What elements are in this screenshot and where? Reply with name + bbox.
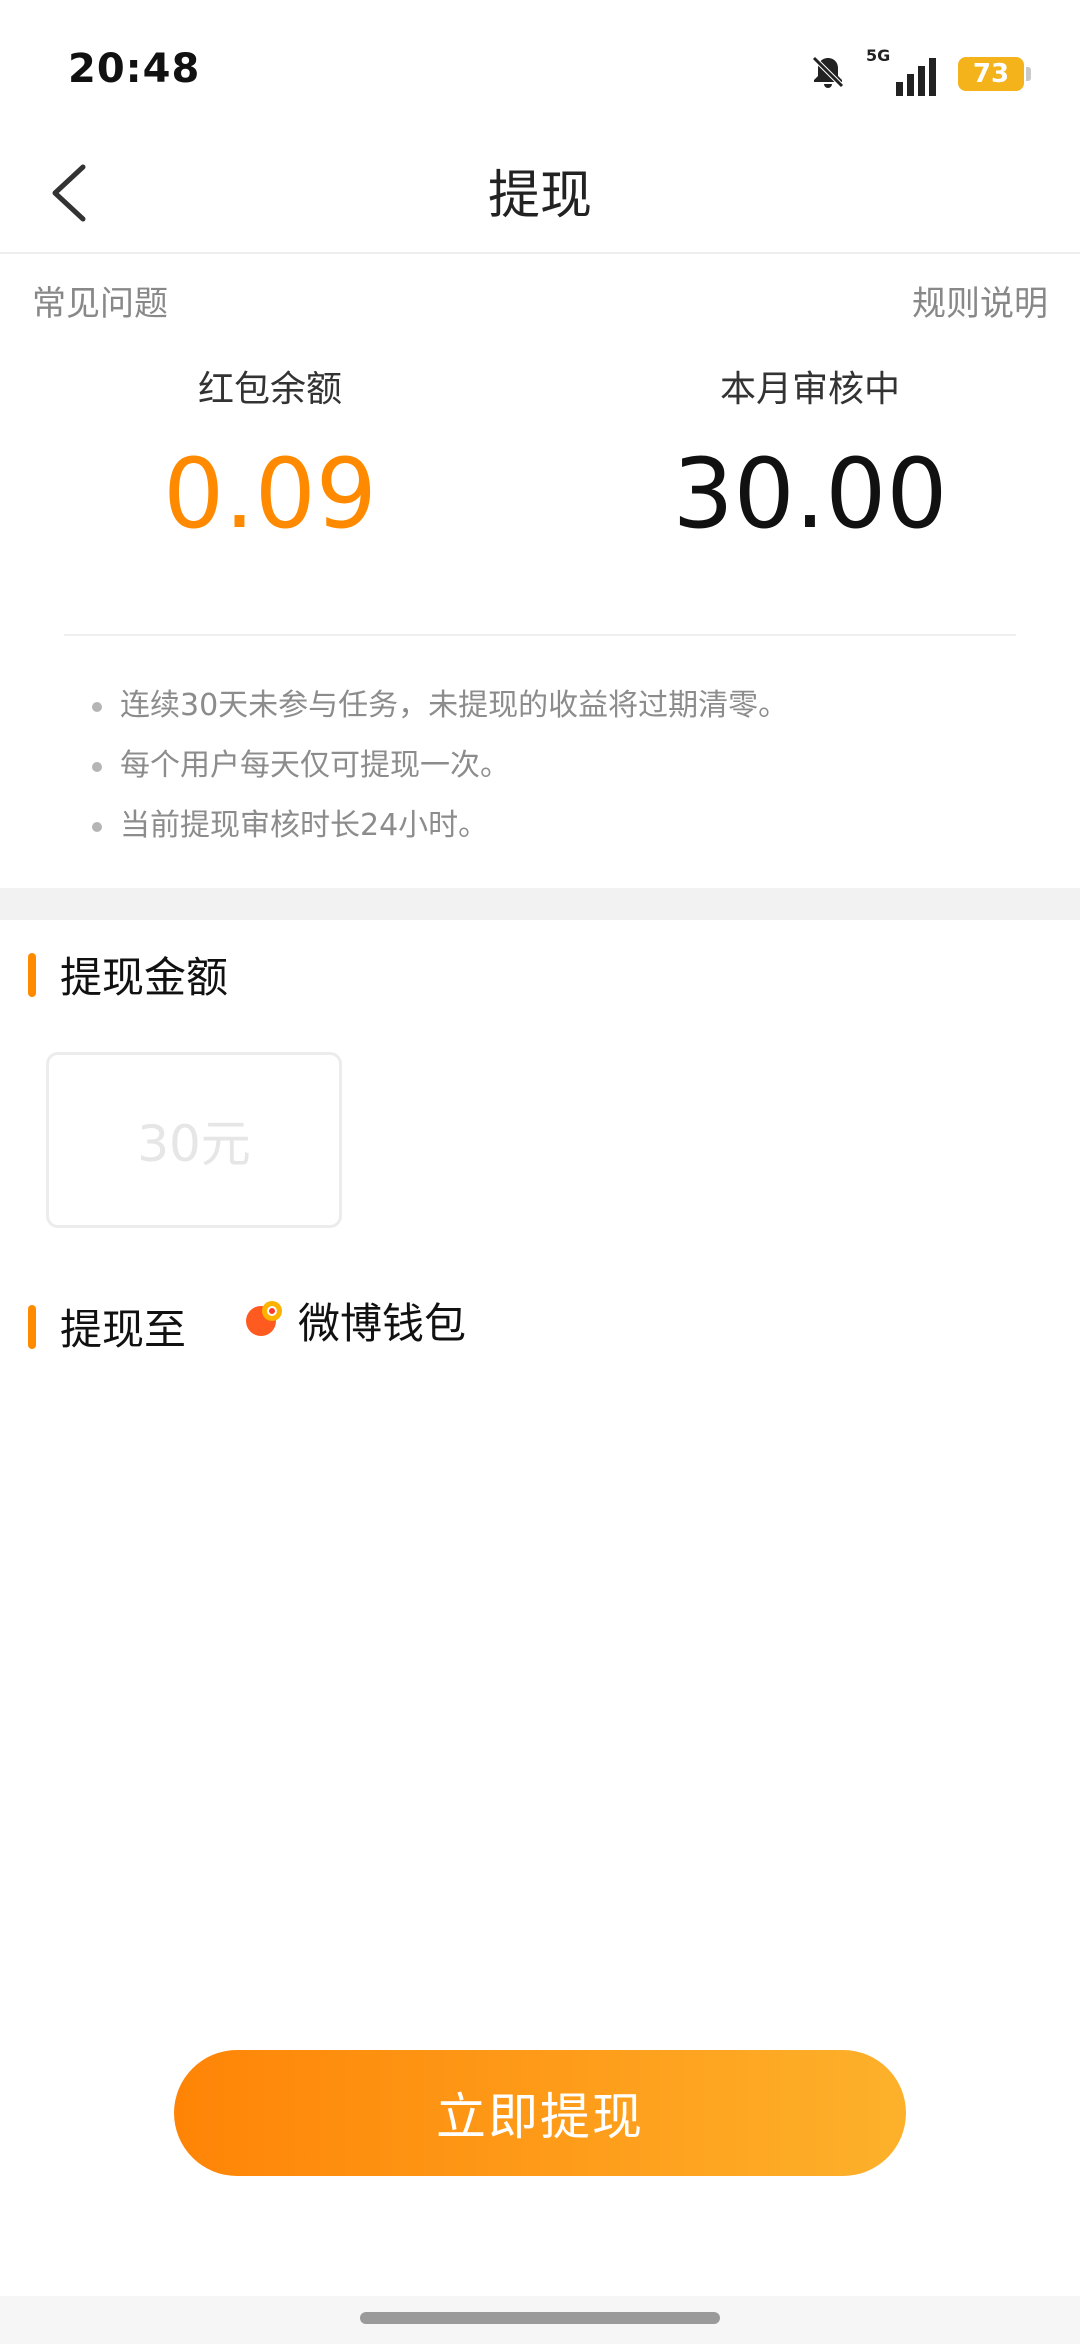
bell-muted-icon <box>808 52 848 96</box>
battery-icon: 73 <box>958 57 1031 91</box>
status-time: 20:48 <box>68 46 201 92</box>
status-bar: 20:48 5G 73 <box>0 0 1080 140</box>
status-icons: 5G 73 <box>808 46 1031 98</box>
faq-link[interactable]: 常见问题 <box>32 276 168 325</box>
wallet-name: 微博钱包 <box>298 1299 467 1348</box>
note-item: 当前提现审核时长24小时。 <box>92 796 1052 856</box>
battery-level: 73 <box>972 59 1010 89</box>
red-packet-label: 红包余额 <box>197 369 342 410</box>
section-accent-bar <box>28 952 36 997</box>
withdraw-now-button[interactable]: 立即提现 <box>174 2050 906 2176</box>
note-item: 连续30天未参与任务，未提现的收益将过期清零。 <box>92 676 1052 736</box>
red-packet-balance: 红包余额 0.09 <box>0 360 540 550</box>
destination-section-header: 提现至 <box>28 1296 186 1357</box>
header-bar: 提现 <box>0 140 1080 254</box>
amount-section-header: 提现金额 <box>28 944 228 1005</box>
wallet-option[interactable]: 微博钱包 <box>244 1290 466 1351</box>
weibo-wallet-icon <box>244 1299 284 1343</box>
signal-icon: 5G <box>866 46 936 96</box>
amount-option-30[interactable]: 30元 <box>46 1052 342 1228</box>
destination-section-title: 提现至 <box>60 1305 187 1354</box>
divider <box>64 634 1016 636</box>
amount-section-title: 提现金额 <box>60 953 229 1002</box>
back-button[interactable] <box>24 150 114 240</box>
reviewing-value: 30.00 <box>672 438 948 550</box>
chevron-left-icon <box>47 161 91 229</box>
rules-link[interactable]: 规则说明 <box>912 276 1048 325</box>
reviewing-balance: 本月审核中 30.00 <box>540 360 1080 550</box>
red-packet-value: 0.09 <box>163 438 377 550</box>
notes-list: 连续30天未参与任务，未提现的收益将过期清零。 每个用户每天仅可提现一次。 当前… <box>92 676 1052 856</box>
note-item: 每个用户每天仅可提现一次。 <box>92 736 1052 796</box>
section-accent-bar <box>28 1304 36 1349</box>
section-separator <box>0 888 1080 920</box>
home-indicator[interactable] <box>360 2312 720 2324</box>
page-title: 提现 <box>487 166 592 226</box>
reviewing-label: 本月审核中 <box>719 369 900 410</box>
network-label: 5G <box>866 46 891 65</box>
